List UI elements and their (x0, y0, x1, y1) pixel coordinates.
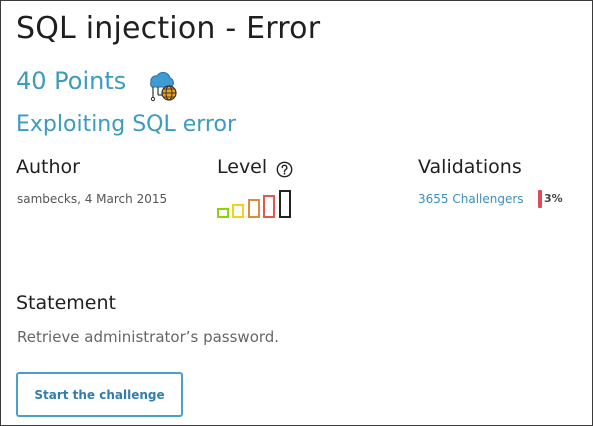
author-heading: Author (16, 156, 80, 178)
validation-percent: 3% (544, 192, 563, 205)
validation-percent-bar (538, 190, 542, 208)
question-circle-icon[interactable] (276, 161, 293, 178)
statement-heading: Statement (16, 292, 116, 314)
level-bar-1 (217, 208, 229, 218)
start-challenge-button[interactable]: Start the challenge (16, 372, 183, 417)
level-bar-5 (279, 190, 291, 218)
level-bar-2 (232, 204, 244, 218)
level-bar-3 (248, 199, 260, 218)
level-heading: Level (217, 156, 268, 178)
validations-heading: Validations (418, 156, 522, 178)
level-bar-4 (263, 195, 275, 218)
challenge-card: SQL injection - Error 40 Points Exploiti… (0, 0, 593, 426)
cloud-network-icon (144, 67, 180, 103)
challenge-subtitle: Exploiting SQL error (16, 112, 236, 137)
difficulty-level-indicator (217, 190, 297, 218)
statement-text: Retrieve administrator’s password. (17, 328, 280, 346)
challengers-link[interactable]: 3655 Challengers (418, 192, 524, 206)
page-title: SQL injection - Error (16, 11, 321, 46)
points-label: 40 Points (16, 67, 127, 95)
author-info: sambecks, 4 March 2015 (17, 192, 168, 206)
